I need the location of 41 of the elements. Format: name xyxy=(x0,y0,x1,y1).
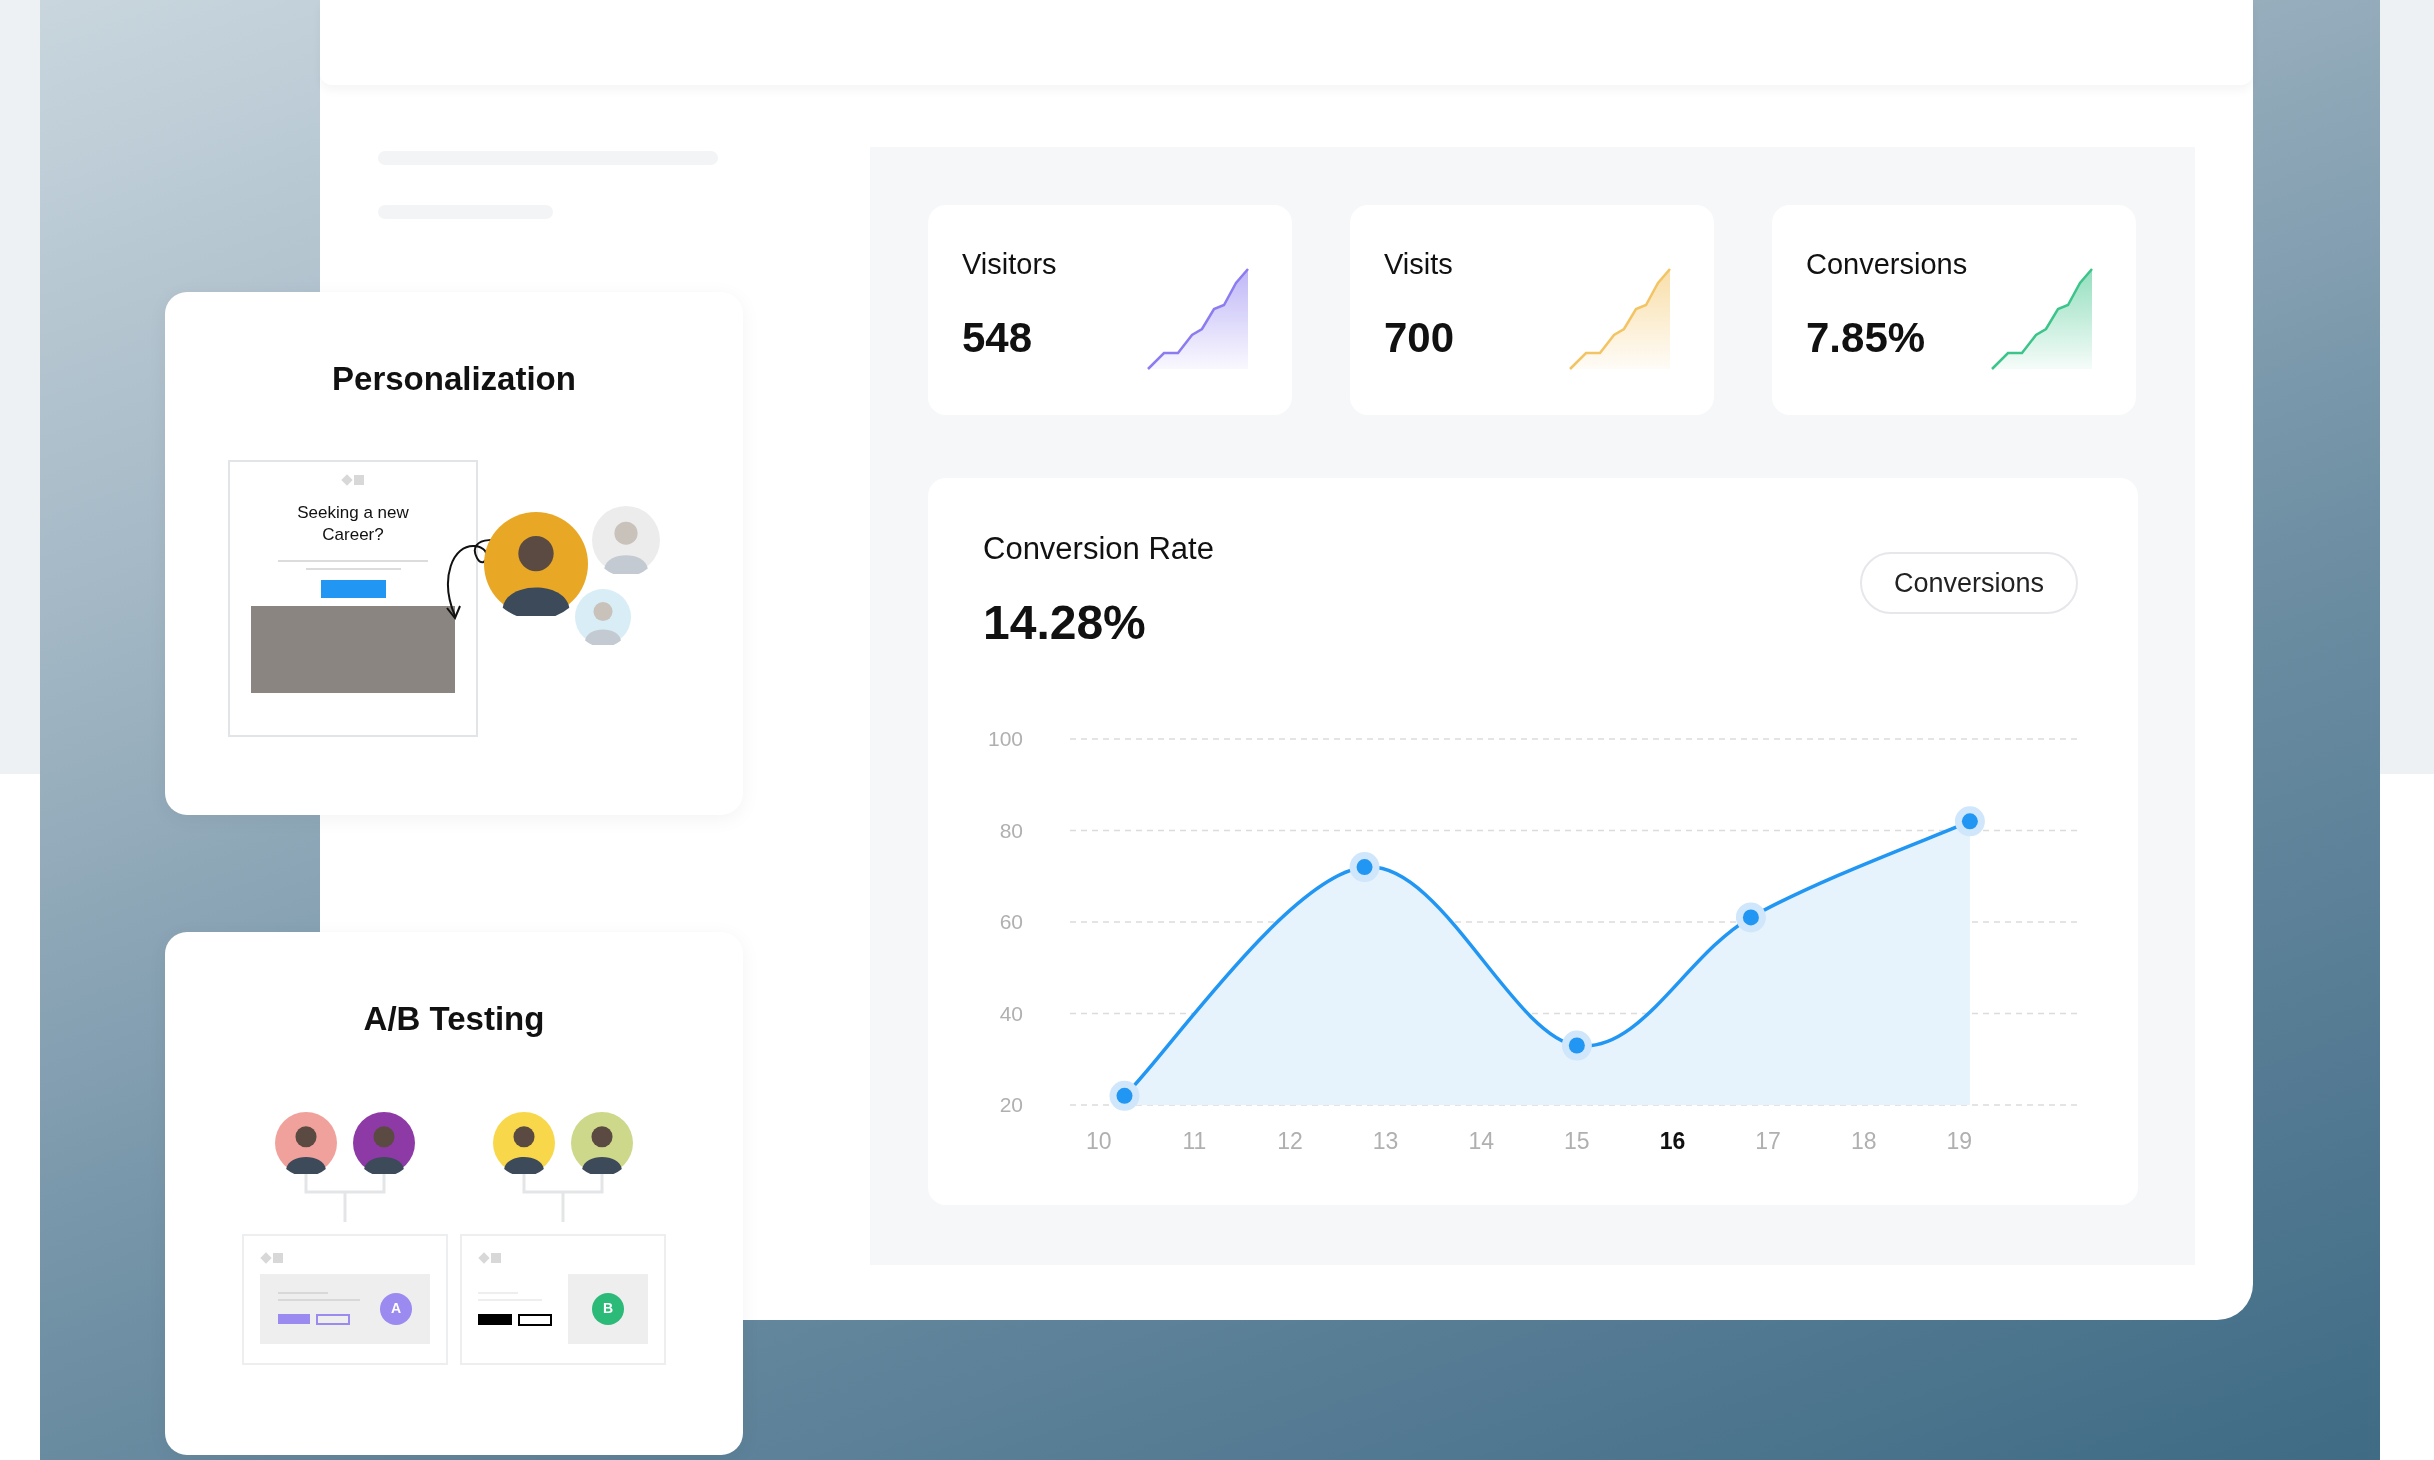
chart-title: Conversion Rate xyxy=(983,530,1214,568)
x-axis-label: 18 xyxy=(1850,1127,1877,1154)
metric-label: Visitors xyxy=(962,246,1057,282)
solid-button-shape xyxy=(278,1314,310,1324)
ad-headline: Seeking a new Career? xyxy=(296,502,410,546)
metric-value: 548 xyxy=(962,313,1034,363)
placeholder-logo-icon xyxy=(341,474,365,486)
metric-label: Conversions xyxy=(1806,246,1968,282)
x-axis-label: 10 xyxy=(1085,1127,1112,1154)
outline-button-shape xyxy=(316,1314,350,1325)
metric-value: 7.85% xyxy=(1806,313,1927,363)
placeholder-logo-icon xyxy=(478,1251,502,1264)
x-axis-label: 11 xyxy=(1182,1127,1207,1154)
y-axis-label: 20 xyxy=(999,1092,1023,1116)
x-axis-label: 14 xyxy=(1468,1127,1494,1154)
metric-label: Visits xyxy=(1384,246,1454,282)
y-axis-label: 80 xyxy=(999,818,1023,841)
data-point-marker xyxy=(1735,901,1766,932)
x-axis-label: 12 xyxy=(1277,1127,1303,1154)
conversions-button[interactable]: Conversions xyxy=(1859,552,2078,614)
outline-button-shape xyxy=(518,1313,552,1326)
data-point-marker xyxy=(1109,1080,1140,1111)
variant-badge: B xyxy=(592,1292,624,1325)
placeholder-logo-icon xyxy=(260,1251,284,1264)
y-axis-label: 60 xyxy=(999,909,1023,933)
data-point-marker xyxy=(1349,851,1380,882)
x-axis-label: 17 xyxy=(1755,1127,1781,1154)
card-title: A/B Testing xyxy=(363,999,545,1039)
variant-badge: A xyxy=(380,1292,412,1325)
card-title: Personalization xyxy=(332,359,576,399)
conversion-rate-value: 14.28% xyxy=(983,594,1147,651)
x-axis-label: 13 xyxy=(1372,1127,1399,1154)
x-axis-label: 15 xyxy=(1564,1127,1590,1154)
x-axis-label: 19 xyxy=(1946,1127,1973,1154)
data-point-marker xyxy=(1954,805,1985,836)
y-axis-label: 100 xyxy=(987,726,1023,750)
y-axis-label: 40 xyxy=(999,1001,1023,1024)
data-point-marker xyxy=(1561,1030,1592,1061)
x-axis-label: 16 xyxy=(1659,1127,1686,1154)
metric-value: 700 xyxy=(1384,313,1455,363)
solid-button-shape xyxy=(478,1313,512,1325)
